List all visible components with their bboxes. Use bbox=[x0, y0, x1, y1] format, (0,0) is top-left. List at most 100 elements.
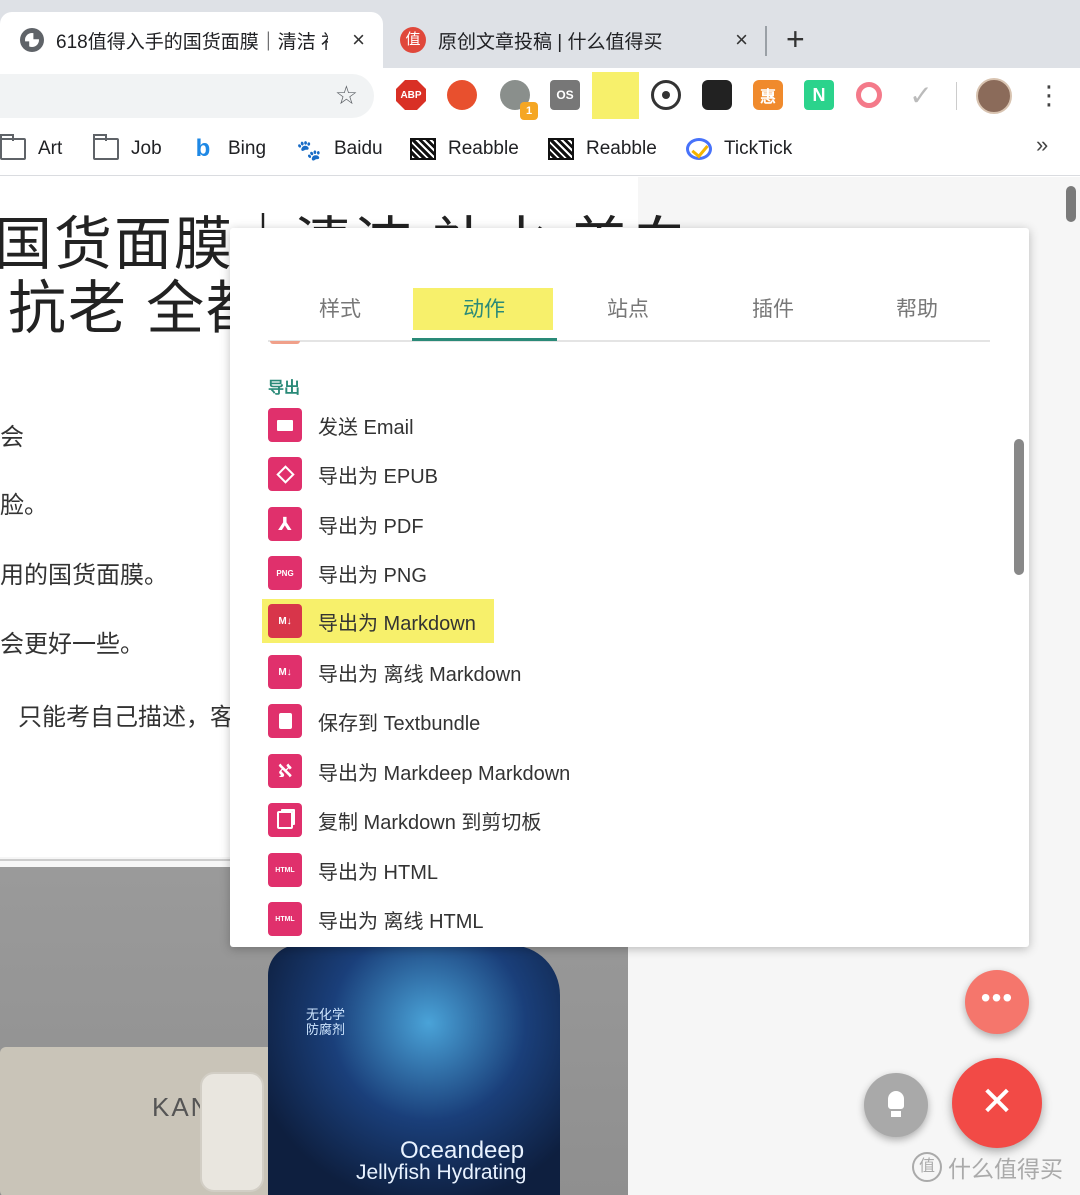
ticktick-icon bbox=[686, 138, 712, 160]
bookmarks-bar: Art Job b Bing 🐾 Baidu Reabble Reabble T… bbox=[0, 124, 1080, 176]
lightbulb-icon bbox=[888, 1091, 904, 1109]
page-scrollbar[interactable] bbox=[1066, 186, 1076, 222]
extension-badge: 1 bbox=[520, 102, 538, 120]
toolbar: ☆ ABP 1 OS 惠 N ✓ ⋮ bbox=[0, 68, 1080, 124]
menu-icon[interactable]: ⋮ bbox=[1036, 80, 1062, 110]
item-label: 导出为 Markdeep Markdown bbox=[318, 762, 571, 785]
export-pdf-item[interactable]: 导出为 PDF bbox=[268, 504, 424, 544]
ring-extension-icon[interactable] bbox=[856, 82, 882, 108]
export-png-item[interactable]: PNG 导出为 PNG bbox=[268, 553, 427, 593]
reabble-icon bbox=[548, 138, 574, 160]
baidu-icon: 🐾 bbox=[296, 140, 322, 162]
green-extension-icon[interactable]: 1 bbox=[500, 80, 538, 120]
tab-label: 动作 bbox=[463, 298, 505, 321]
avatar[interactable] bbox=[976, 78, 1012, 114]
textbundle-icon bbox=[268, 704, 302, 738]
active-tab-indicator bbox=[412, 338, 557, 341]
markdeep-icon: ℵ bbox=[268, 754, 302, 788]
close-icon[interactable]: × bbox=[735, 27, 748, 53]
export-epub-item[interactable]: 导出为 EPUB bbox=[268, 454, 438, 494]
more-actions-button[interactable]: ••• bbox=[965, 970, 1029, 1034]
simpread-settings-popup: 样式 动作 站点 插件 帮助 导出 发送 Email 导出为 EPUB ⅄ 导出… bbox=[230, 228, 1029, 947]
bookmark-baidu[interactable]: 🐾 Baidu bbox=[296, 134, 383, 164]
reabble-icon bbox=[410, 138, 436, 160]
tab-inactive[interactable]: 值 原创文章投稿 | 什么值得买 × bbox=[386, 12, 766, 68]
tab-style[interactable]: 样式 bbox=[268, 288, 412, 340]
copy-markdown-item[interactable]: 复制 Markdown 到剪切板 bbox=[268, 800, 541, 840]
bookmark-reabble-2[interactable]: Reabble bbox=[548, 134, 657, 164]
save-textbundle-item[interactable]: 保存到 Textbundle bbox=[268, 701, 480, 741]
partial-item bbox=[270, 341, 300, 344]
jellyfish-mask-packet: 无化学 防腐剂 Oceandeep Jellyfish Hydrating bbox=[268, 945, 560, 1195]
bookmark-label: Reabble bbox=[586, 138, 657, 159]
export-markdown-item[interactable]: M↓ 导出为 Markdown bbox=[262, 599, 494, 643]
tab-title: 原创文章投稿 | 什么值得买 bbox=[438, 31, 663, 53]
tab-label: 插件 bbox=[752, 298, 794, 321]
export-offline-html-item[interactable]: HTML 导出为 离线 HTML bbox=[268, 899, 484, 939]
watermark: 值 什么值得买 bbox=[912, 1150, 1063, 1184]
close-reader-button[interactable]: ✕ bbox=[952, 1058, 1042, 1148]
tab-actions[interactable]: 动作 bbox=[412, 288, 556, 340]
bookmark-art[interactable]: Art bbox=[0, 134, 62, 164]
tab-help[interactable]: 帮助 bbox=[845, 288, 989, 340]
item-label: 发送 Email bbox=[318, 416, 414, 439]
item-label: 导出为 离线 HTML bbox=[318, 910, 484, 933]
item-label: 导出为 PDF bbox=[318, 515, 424, 538]
record-extension-icon[interactable] bbox=[651, 80, 681, 110]
article-paragraph: 用的国货面膜。 bbox=[0, 562, 168, 589]
copy-icon bbox=[268, 803, 302, 837]
item-label: 导出为 PNG bbox=[318, 564, 427, 587]
adblock-icon[interactable]: ABP bbox=[396, 80, 426, 110]
item-label: 导出为 HTML bbox=[318, 861, 438, 884]
os-extension-icon[interactable]: OS bbox=[550, 80, 580, 110]
folder-icon bbox=[93, 134, 119, 160]
tab-sites[interactable]: 站点 bbox=[556, 288, 700, 340]
bookmark-label: Art bbox=[38, 138, 63, 159]
simpread-highlight bbox=[592, 72, 639, 119]
n-extension-icon[interactable]: N bbox=[804, 80, 834, 110]
bookmark-job[interactable]: Job bbox=[93, 134, 162, 164]
tab-active[interactable]: 618值得入手的国货面膜｜清洁 补水 美白 抗老 全都 × bbox=[0, 12, 383, 68]
screen: 618值得入手的国货面膜｜清洁 补水 美白 抗老 全都 × 值 原创文章投稿 |… bbox=[0, 0, 1080, 1195]
bing-icon: b bbox=[195, 135, 211, 162]
folder-icon bbox=[0, 134, 26, 160]
owl-extension-icon[interactable] bbox=[702, 80, 732, 110]
export-offline-markdown-item[interactable]: M↓ 导出为 离线 Markdown bbox=[268, 652, 521, 692]
email-icon bbox=[268, 408, 302, 442]
html-icon: HTML bbox=[268, 853, 302, 887]
popup-tabs: 样式 动作 站点 插件 帮助 bbox=[268, 288, 990, 342]
tab-title: 618值得入手的国货面膜｜清洁 补水 美白 抗老 全都 bbox=[56, 31, 328, 53]
export-html-item[interactable]: HTML 导出为 HTML bbox=[268, 850, 438, 890]
watermark-text: 什么值得买 bbox=[948, 1156, 1063, 1182]
article-paragraph: 会 bbox=[0, 424, 24, 451]
bookmark-reabble[interactable]: Reabble bbox=[410, 134, 519, 164]
popup-scrollbar[interactable] bbox=[1014, 439, 1024, 575]
tab-separator bbox=[765, 26, 767, 56]
lightbulb-base bbox=[891, 1111, 901, 1117]
send-email-item[interactable]: 发送 Email bbox=[268, 405, 414, 445]
check-extension-icon[interactable]: ✓ bbox=[906, 80, 936, 111]
bookmark-label: TickTick bbox=[724, 138, 793, 159]
bookmark-bing[interactable]: b Bing bbox=[190, 134, 266, 164]
close-icon[interactable]: × bbox=[352, 27, 365, 53]
bookmarks-more-icon[interactable]: » bbox=[1036, 132, 1048, 158]
article-paragraph: 脸。 bbox=[0, 492, 48, 519]
smzdm-logo-icon: 值 bbox=[912, 1152, 942, 1182]
tab-label: 帮助 bbox=[896, 298, 938, 321]
html-offline-icon: HTML bbox=[268, 902, 302, 936]
item-label: 复制 Markdown 到剪切板 bbox=[318, 811, 542, 834]
focus-mode-button[interactable] bbox=[864, 1073, 928, 1137]
new-tab-button[interactable]: + bbox=[786, 22, 805, 56]
hui-extension-icon[interactable]: 惠 bbox=[753, 80, 783, 110]
export-markdeep-item[interactable]: ℵ 导出为 Markdeep Markdown bbox=[268, 751, 570, 791]
pdf-icon bbox=[268, 507, 302, 541]
tab-label: 样式 bbox=[319, 298, 361, 321]
star-icon[interactable]: ☆ bbox=[335, 80, 358, 111]
tab-plugins[interactable]: 插件 bbox=[701, 288, 845, 340]
bookmark-label: Reabble bbox=[448, 138, 519, 159]
packet-text: 无化学 防腐剂 bbox=[306, 1007, 346, 1037]
address-bar[interactable]: ☆ bbox=[0, 74, 374, 118]
article-paragraph: 会更好一些。 bbox=[0, 631, 144, 658]
bookmark-ticktick[interactable]: TickTick bbox=[686, 134, 792, 164]
rocket-extension-icon[interactable] bbox=[447, 80, 477, 110]
